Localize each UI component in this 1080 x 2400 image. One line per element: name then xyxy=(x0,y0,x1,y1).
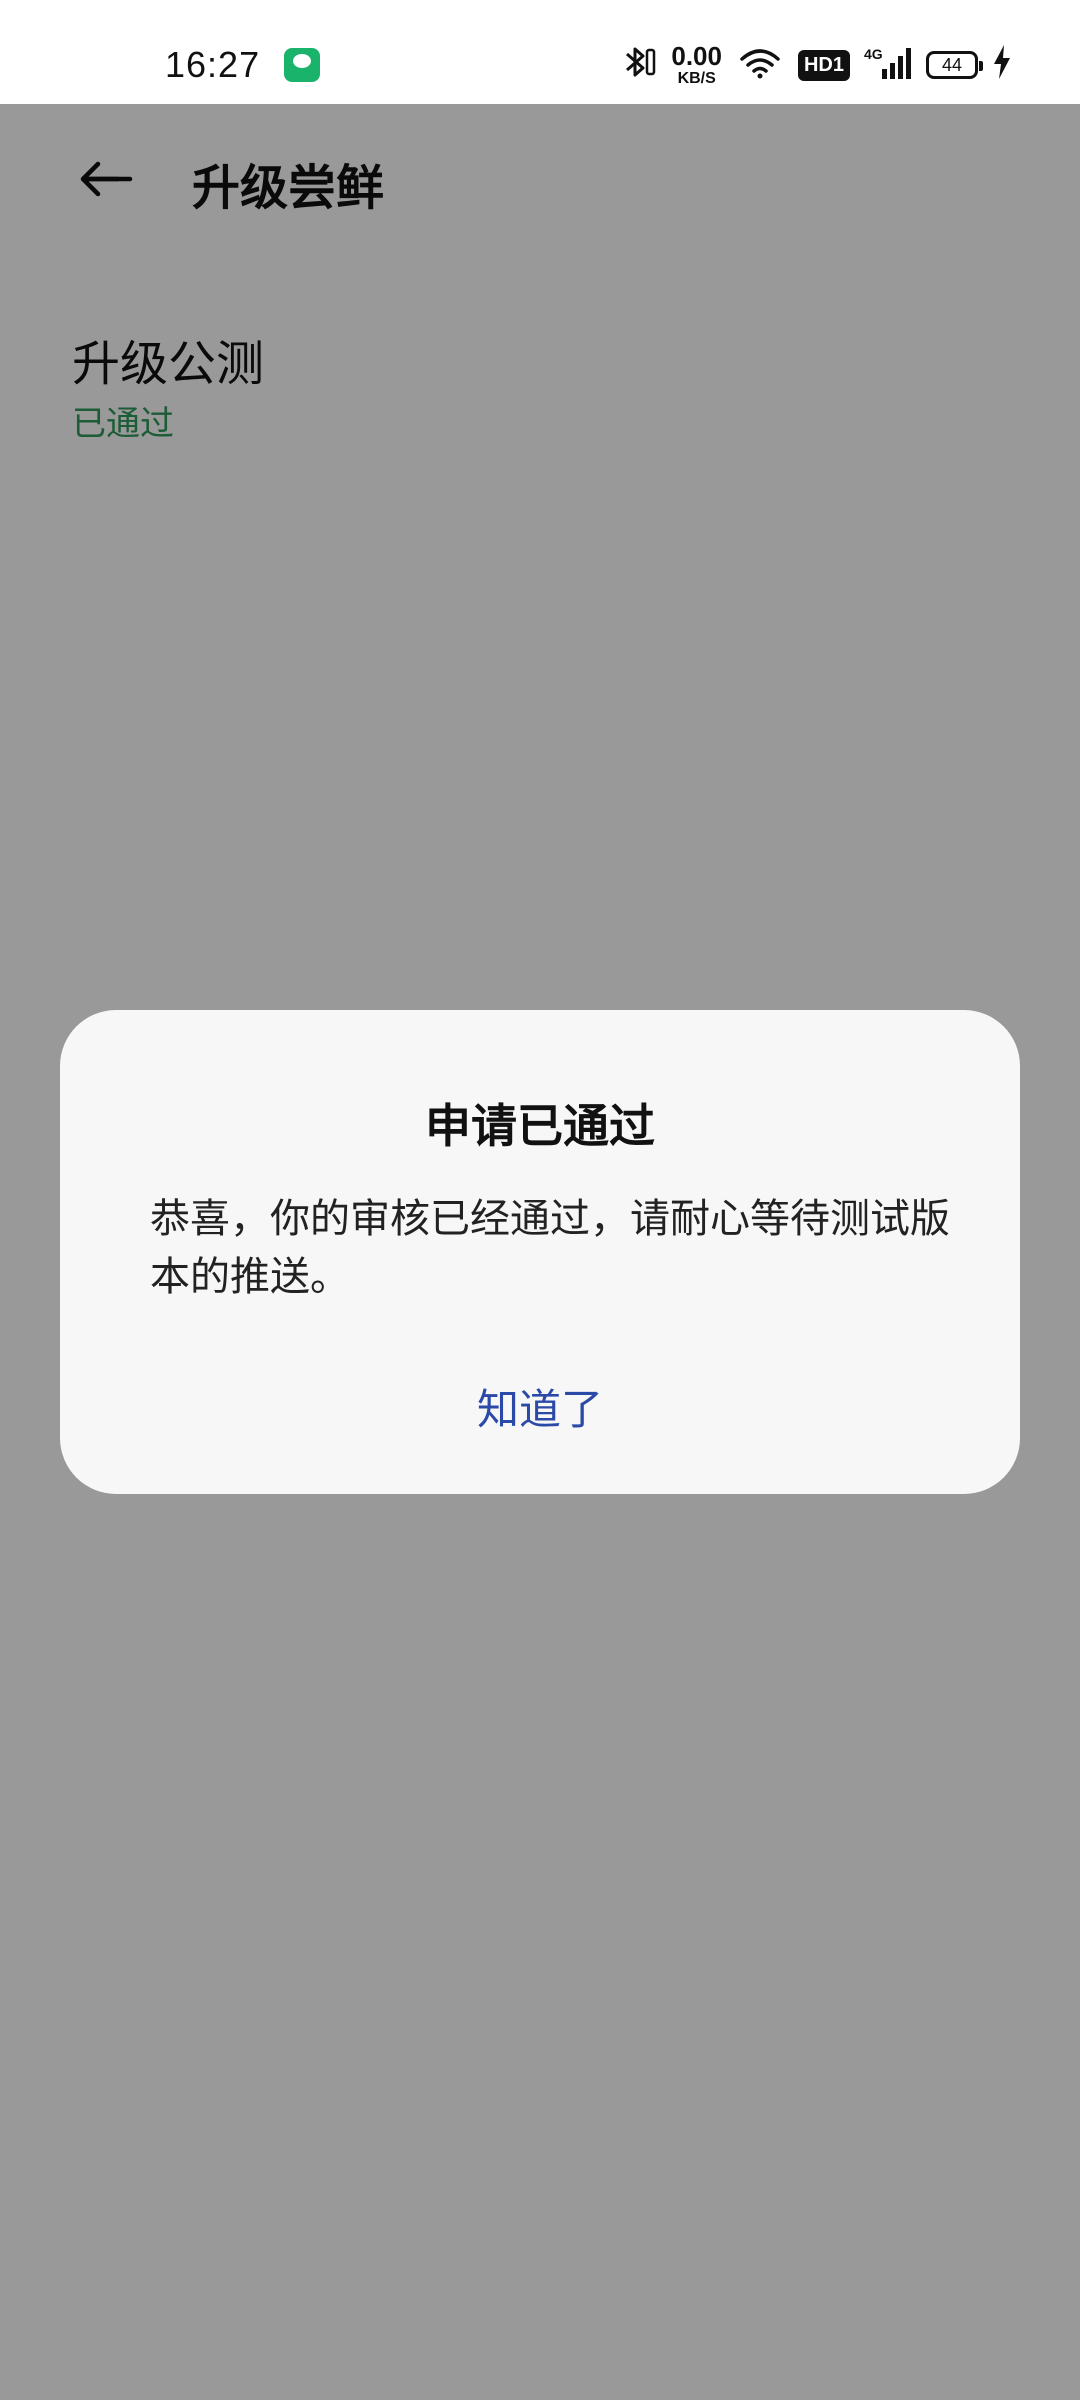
status-time: 16:27 xyxy=(165,44,261,85)
dialog-message: 恭喜，你的审核已经通过，请耐心等待测试版本的推送。 xyxy=(150,1196,950,1300)
network-speed: 0.00 KB/S xyxy=(671,43,722,87)
approval-dialog: 申请已通过 恭喜，你的审核已经通过，请耐心等待测试版本的推送。 知道了 xyxy=(60,1010,1020,1494)
got-it-button[interactable]: 知道了 xyxy=(60,1376,1020,1437)
app-notification-icon xyxy=(284,48,320,82)
charging-icon xyxy=(992,45,1012,85)
hd-voice-badge: HD1 xyxy=(797,49,850,81)
network-speed-unit: KB/S xyxy=(677,70,716,87)
status-bar: 16:27 0.00 KB/S HD1 4G 44 xyxy=(0,0,1080,104)
status-icons: 0.00 KB/S HD1 4G 44 xyxy=(623,40,1012,90)
dialog-title: 申请已通过 xyxy=(425,1099,655,1153)
bluetooth-icon xyxy=(623,44,657,86)
battery-level: 44 xyxy=(941,54,963,75)
network-speed-value: 0.00 xyxy=(671,41,722,71)
cellular-signal-icon: 4G xyxy=(864,45,912,85)
wifi-icon xyxy=(736,45,784,85)
svg-text:4G: 4G xyxy=(864,46,883,62)
battery-indicator: 44 xyxy=(926,51,983,79)
